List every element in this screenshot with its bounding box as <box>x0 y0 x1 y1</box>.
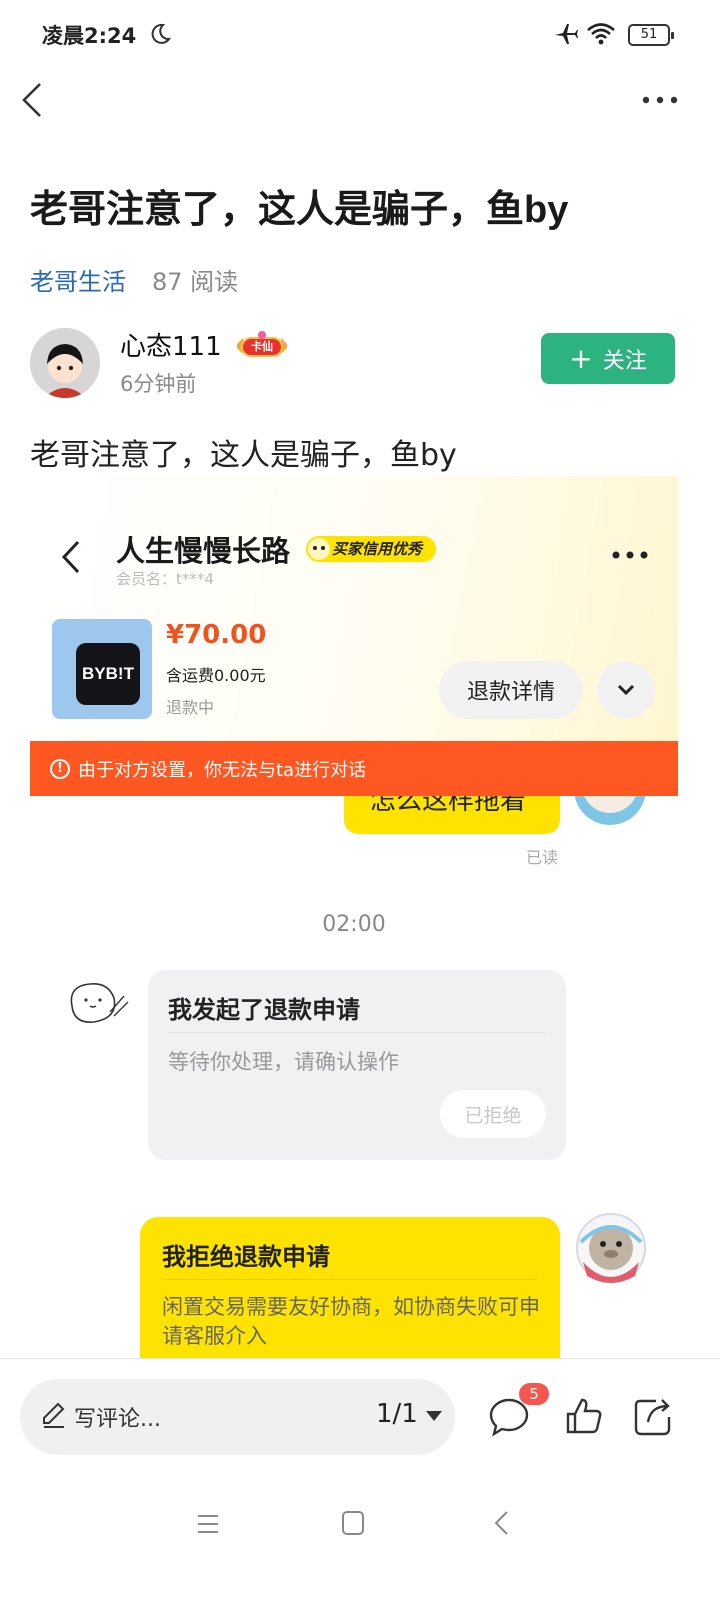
product-image: BYB!T <box>52 619 152 719</box>
bottom-action-bar: 写评论... 1/1 <box>0 1358 720 1476</box>
refund-status: 退款中 <box>166 698 215 717</box>
menu-icon[interactable] <box>196 1512 220 1536</box>
share-icon[interactable] <box>632 1396 674 1438</box>
back-icon[interactable] <box>16 80 56 120</box>
refund-request-card: 我发起了退款申请 等待你处理，请确认操作 已拒绝 <box>148 970 566 1160</box>
nav-back-icon[interactable] <box>492 1510 512 1536</box>
time-divider: 02:00 <box>322 912 386 937</box>
status-time: 凌晨2:24 <box>42 24 137 48</box>
vip-badge: 卡仙 <box>233 330 291 360</box>
follow-button[interactable]: + 关注 <box>541 333 675 384</box>
more-icon <box>612 551 648 559</box>
reject-title: 我拒绝退款申请 <box>162 1243 330 1271</box>
shipping-fee: 含运费0.00元 <box>166 666 266 685</box>
buyer-avatar <box>60 966 136 1038</box>
caret-down-icon[interactable] <box>426 1411 442 1421</box>
pencil-icon <box>43 1402 65 1428</box>
battery-icon: 51 <box>628 24 674 46</box>
author-avatar[interactable] <box>30 328 100 398</box>
bybit-logo: BYB!T <box>76 643 140 705</box>
system-navigation-bar <box>0 1476 720 1600</box>
more-icon[interactable] <box>638 88 682 112</box>
warning-banner: ! 由于对方设置，你无法与ta进行对话 <box>30 741 678 796</box>
expand-button <box>597 661 655 719</box>
chat-message: 怎么这样拖着 <box>370 796 527 816</box>
divider <box>168 1032 546 1033</box>
comment-input[interactable]: 写评论... 1/1 <box>20 1379 455 1455</box>
refund-request-subtitle: 等待你处理，请确认操作 <box>168 1050 399 1074</box>
post-image[interactable]: 人生慢慢长路 买家信用优秀 会员名：t***4 BYB!T ¥70.00 含运费… <box>30 476 678 1358</box>
chat-bubble-partial: 怎么这样拖着 <box>344 796 560 834</box>
page-indicator[interactable]: 1/1 <box>376 1399 418 1429</box>
moon-icon <box>151 23 172 44</box>
plus-icon: + <box>569 341 593 375</box>
price: ¥70.00 <box>166 620 267 650</box>
post-time: 6分钟前 <box>120 372 197 396</box>
refund-detail-button: 退款详情 <box>439 661 583 719</box>
refund-request-title: 我发起了退款申请 <box>168 996 360 1024</box>
follow-label: 关注 <box>602 348 647 374</box>
comment-placeholder: 写评论... <box>74 1407 161 1432</box>
home-icon[interactable] <box>341 1510 365 1536</box>
read-receipt: 已读 <box>526 848 559 867</box>
author-name[interactable]: 心态111 <box>120 326 222 363</box>
vip-badge-label: 卡仙 <box>251 340 273 353</box>
reject-text: 闲置交易需要友好协商，如协商失败可申请客服介入 <box>162 1295 540 1348</box>
post-title: 老哥注意了，这人是骗子，鱼by <box>30 189 569 231</box>
thumbs-up-icon[interactable] <box>564 1396 604 1436</box>
info-icon: ! <box>50 758 70 779</box>
divider <box>162 1279 538 1280</box>
member-id: 会员名：t***4 <box>116 570 214 588</box>
warning-text: 由于对方设置，你无法与ta进行对话 <box>78 759 367 781</box>
airplane-icon <box>555 24 578 44</box>
wifi-icon <box>587 23 615 45</box>
comment-count-badge: 5 <box>519 1383 549 1405</box>
seller-name: 人生慢慢长路 <box>116 534 291 568</box>
back-icon <box>61 540 80 574</box>
rejected-button: 已拒绝 <box>440 1090 546 1138</box>
read-count: 87 阅读 <box>152 268 239 296</box>
seller-avatar <box>576 1213 646 1283</box>
post-body: 老哥注意了，这人是骗子，鱼by <box>30 438 457 473</box>
reject-card: 我拒绝退款申请 闲置交易需要友好协商，如协商失败可申请客服介入 <box>140 1217 560 1358</box>
chevron-down-icon <box>617 684 635 696</box>
fish-face-icon <box>308 538 330 560</box>
circle-link[interactable]: 老哥生活 <box>30 262 126 297</box>
